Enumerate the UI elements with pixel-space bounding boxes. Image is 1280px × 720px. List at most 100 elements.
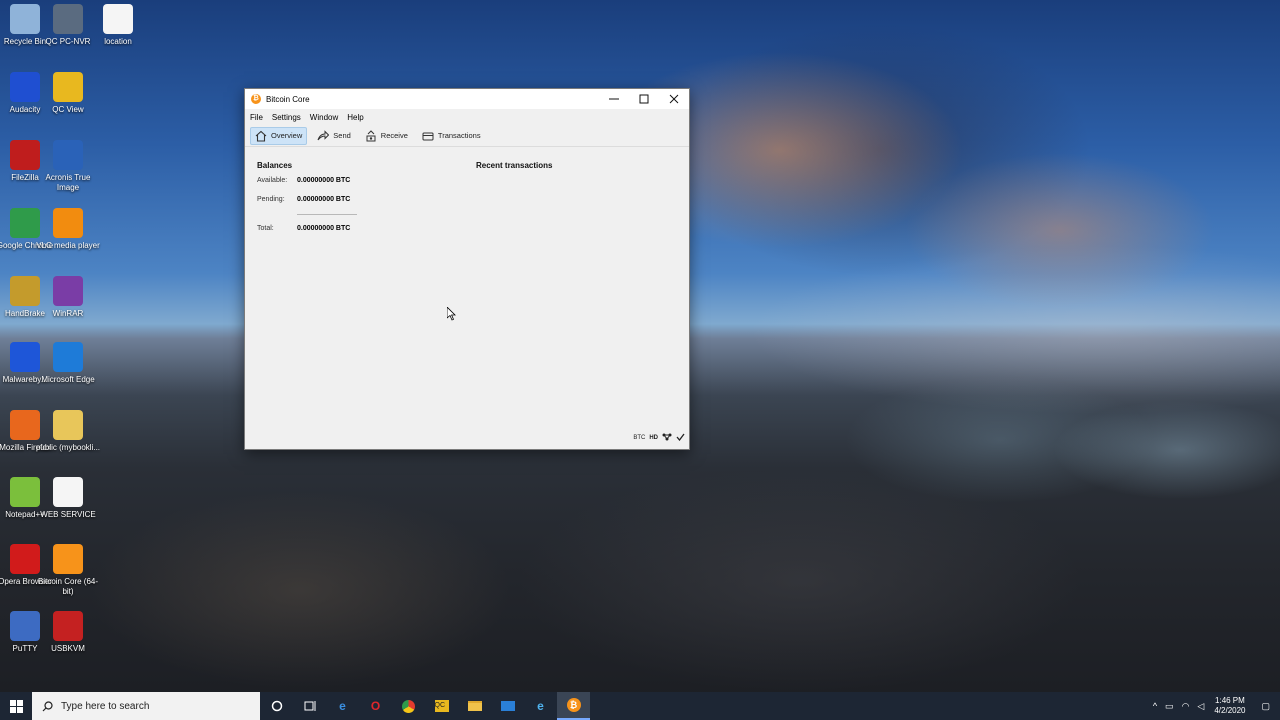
volume-icon[interactable]: ◁ — [1197, 701, 1204, 712]
desktop-icon-label: QC View — [52, 105, 84, 114]
desktop-icon-winrar[interactable]: WinRAR — [35, 276, 101, 319]
tab-overview[interactable]: Overview — [250, 126, 308, 145]
desktop-icon-qc-view[interactable]: QC View — [35, 72, 101, 115]
transactions-icon — [422, 130, 434, 142]
status-bar: BTC HD — [629, 433, 685, 443]
close-button[interactable] — [659, 89, 689, 109]
available-label: Available: — [257, 177, 288, 184]
toolbar: Overview Send Receive Transactions — [245, 125, 689, 147]
document-icon — [103, 4, 133, 34]
tab-transactions[interactable]: Transactions — [418, 127, 485, 145]
desktop-icon-label: USBKVM — [51, 644, 85, 653]
desktop-icon-web-service[interactable]: WEB SERVICE — [35, 477, 101, 520]
cortana-button[interactable] — [260, 692, 293, 720]
receive-icon — [365, 129, 377, 142]
balance-divider — [297, 214, 357, 215]
qc-view-icon — [53, 72, 83, 102]
unit-selector[interactable]: BTC — [633, 435, 645, 441]
qc-view-icon: QC — [434, 700, 449, 712]
desktop-icon-label: Acronis True Image — [45, 173, 91, 192]
desktop-icon-label: Microsoft Edge — [41, 375, 95, 384]
menu-bar: File Settings Window Help — [245, 109, 689, 125]
network-icon[interactable]: ▭ — [1165, 701, 1174, 712]
chevron-up-icon[interactable]: ^ — [1153, 701, 1157, 711]
window-controls — [599, 89, 689, 109]
taskbar-file-explorer[interactable] — [458, 692, 491, 720]
synced-check-icon — [676, 433, 685, 443]
taskbar-search[interactable]: Type here to search — [32, 692, 260, 720]
search-icon — [42, 700, 53, 711]
vlc-icon — [53, 208, 83, 238]
winrar-icon — [53, 276, 83, 306]
start-button[interactable] — [0, 692, 32, 720]
desktop-icon-public-mybookli[interactable]: public (mybookli... — [35, 410, 101, 453]
taskbar-opera[interactable]: O — [359, 692, 392, 720]
minimize-button[interactable] — [599, 89, 629, 109]
total-label: Total: — [257, 225, 274, 232]
window-title: Bitcoin Core — [266, 94, 310, 104]
windows-logo-icon — [9, 699, 23, 713]
desktop-icon-acronis-true-image[interactable]: Acronis True Image — [35, 140, 101, 193]
menu-window[interactable]: Window — [309, 113, 344, 122]
clock-date: 4/2/2020 — [1214, 706, 1246, 715]
network-icon — [662, 433, 672, 443]
clock[interactable]: 1:46 PM 4/2/2020 — [1214, 696, 1245, 716]
bitcoin-icon: ₿ — [566, 698, 581, 712]
mail-icon — [500, 701, 515, 711]
bitcoin-icon — [53, 544, 83, 574]
edge-icon: e — [339, 699, 346, 713]
search-placeholder: Type here to search — [61, 700, 150, 712]
folder-icon — [467, 701, 482, 711]
tab-send[interactable]: Send — [313, 127, 355, 145]
desktop-icon-location[interactable]: location — [85, 4, 151, 47]
overview-page: Balances Available: 0.00000000 BTC Pendi… — [245, 147, 689, 447]
available-value: 0.00000000 BTC — [297, 177, 351, 184]
bitcoin-core-window: ₿ Bitcoin Core File Settings Window Help… — [244, 88, 690, 450]
desktop-icon-label: VLC media player — [36, 241, 100, 250]
taskbar-bitcoin-core[interactable]: ₿ — [557, 692, 590, 720]
wifi-icon[interactable]: ◠ — [1182, 701, 1190, 712]
taskbar-qc-view[interactable]: QC — [425, 692, 458, 720]
opera-icon: O — [370, 699, 381, 713]
hd-indicator: HD — [649, 435, 658, 441]
desktop-icon-usbkvm[interactable]: USBKVM — [35, 611, 101, 654]
web-service-icon — [53, 477, 83, 507]
home-icon — [255, 130, 267, 142]
chrome-icon — [402, 699, 415, 713]
maximize-button[interactable] — [629, 89, 659, 109]
recent-transactions-title: Recent transactions — [476, 161, 553, 170]
internet-explorer-icon: e — [537, 699, 544, 713]
desktop-icon-label: WinRAR — [52, 309, 84, 318]
desktop-icon-microsoft-edge[interactable]: Microsoft Edge — [35, 342, 101, 385]
folder-icon — [53, 410, 83, 440]
desktop-icon-bitcoin-core-64-bit[interactable]: Bitcoin Core (64-bit) — [35, 544, 101, 597]
clock-time: 1:46 PM — [1215, 696, 1245, 705]
tab-overview-label: Overview — [271, 131, 303, 140]
taskbar-mail[interactable] — [491, 692, 524, 720]
desktop-icon-label: public (mybookli... — [35, 443, 101, 452]
menu-file[interactable]: File — [249, 113, 269, 122]
menu-settings[interactable]: Settings — [271, 113, 307, 122]
total-value: 0.00000000 BTC — [297, 225, 351, 232]
tab-receive-label: Receive — [380, 131, 408, 140]
tab-transactions-label: Transactions — [437, 131, 481, 140]
acronis-icon — [53, 140, 83, 170]
taskbar-chrome[interactable] — [392, 692, 425, 720]
tab-send-label: Send — [333, 131, 351, 140]
nvr-icon — [53, 4, 83, 34]
minimize-icon — [609, 98, 619, 100]
pending-label: Pending: — [257, 196, 285, 203]
desktop-icon-vlc-media-player[interactable]: VLC media player — [35, 208, 101, 251]
taskbar-internet-explorer[interactable]: e — [524, 692, 557, 720]
desktop-icon-label: location — [104, 37, 132, 46]
task-view-button[interactable] — [293, 692, 326, 720]
desktop-icon-label: WEB SERVICE — [40, 510, 96, 519]
notification-icon[interactable]: ▢ — [1261, 701, 1270, 712]
tab-receive[interactable]: Receive — [361, 127, 412, 145]
close-icon — [669, 94, 679, 104]
taskbar-edge[interactable]: e — [326, 692, 359, 720]
title-bar[interactable]: ₿ Bitcoin Core — [245, 89, 689, 109]
desktop-icon-label: Bitcoin Core (64-bit) — [37, 577, 99, 596]
menu-help[interactable]: Help — [346, 113, 369, 122]
balances-title: Balances — [257, 161, 293, 170]
